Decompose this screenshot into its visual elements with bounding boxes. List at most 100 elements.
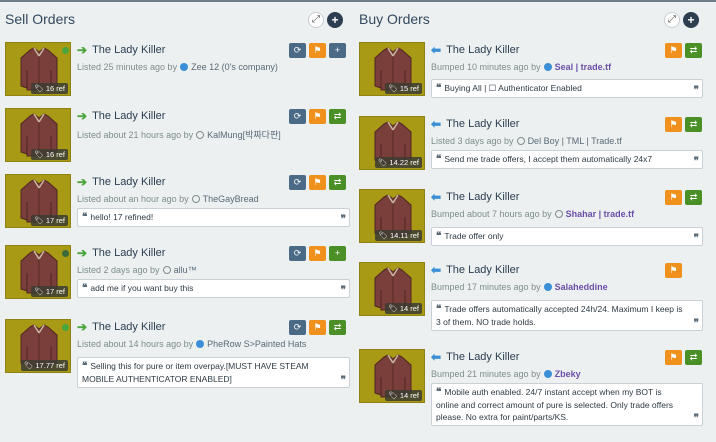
item-thumbnail[interactable]: 🏷 16 ref (5, 108, 71, 162)
exchange-button[interactable]: ⇄ (329, 320, 346, 335)
user-link[interactable]: Seal | trade.tf (555, 62, 612, 72)
item-thumbnail[interactable]: 🏷 14 ref (359, 262, 425, 316)
listing-actions: ⟳ ⚑ ⇄ (289, 109, 346, 124)
item-thumbnail[interactable]: 🏷 16 ref (5, 42, 71, 96)
listing-title[interactable]: ⬅ The Lady Killer (431, 264, 519, 276)
price-tag: 🏷 17.77 ref (20, 360, 68, 371)
arrow-right-icon: ➔ (77, 175, 88, 189)
quality-dot (62, 250, 69, 257)
listing-comment: ❝ Selling this for pure or item overpay.[… (77, 357, 350, 388)
listing-title[interactable]: ⬅ The Lady Killer (431, 118, 519, 130)
expand-icon[interactable]: ⤢ (664, 12, 680, 28)
listing-title[interactable]: ➔ The Lady Killer (77, 247, 165, 259)
top-bar (0, 0, 716, 2)
flag-button[interactable]: ⚑ (309, 246, 326, 261)
item-thumbnail[interactable]: 🏷 15 ref (359, 42, 425, 96)
user-link[interactable]: Zbeky (555, 369, 581, 379)
user-link[interactable]: KalMung[박짜다판] (207, 128, 281, 141)
online-status-icon (180, 63, 189, 71)
item-thumbnail[interactable]: 🏷 17 ref (5, 245, 71, 299)
listing-meta: Bumped 17 minutes ago by Salaheddine (431, 282, 608, 292)
plus-icon[interactable]: + (327, 12, 343, 28)
buy-header-buttons: ⤢ + (664, 12, 699, 28)
listing-meta: Bumped 10 minutes ago by Seal | trade.tf (431, 62, 612, 72)
quote-open-icon: ❝ (82, 212, 88, 223)
item-thumbnail[interactable]: 🏷 17.77 ref (5, 319, 71, 373)
flag-button[interactable]: ⚑ (309, 43, 326, 58)
price-tag: 🏷 14.11 ref (375, 230, 422, 241)
offline-status-icon (554, 210, 563, 218)
quote-open-icon: ❝ (436, 387, 442, 398)
user-link[interactable]: Zee 12 (0's company) (191, 62, 278, 72)
arrow-right-icon: ➔ (77, 246, 88, 260)
price-tag: 🏷 16 ref (31, 83, 68, 94)
listing-title[interactable]: ⬅ The Lady Killer (431, 191, 519, 203)
refresh-button[interactable]: ⟳ (289, 246, 306, 261)
listing-title[interactable]: ➔ The Lady Killer (77, 44, 165, 56)
item-thumbnail[interactable]: 🏷 14.22 ref (359, 116, 425, 170)
flag-button[interactable]: ⚑ (309, 320, 326, 335)
quote-close-icon: ❞ (693, 318, 699, 329)
arrow-left-icon: ⬅ (431, 117, 442, 131)
refresh-button[interactable]: ⟳ (289, 320, 306, 335)
buy-orders-title: Buy Orders (359, 11, 430, 27)
exchange-button[interactable]: ⇄ (685, 117, 702, 132)
refresh-button[interactable]: ⟳ (289, 43, 306, 58)
user-link[interactable]: allu™ (174, 265, 197, 275)
listing-actions: ⟳ ⚑ ⇄ (289, 175, 346, 190)
listing-meta: Listed about 14 hours ago by PheRow S>Pai… (77, 339, 307, 349)
buy-listing: 🏷 14.22 ref ⬅ The Lady Killer Listed 3 da… (359, 116, 715, 176)
exchange-button[interactable]: ⇄ (685, 190, 702, 205)
exchange-button[interactable]: ⇄ (685, 43, 702, 58)
plus-button[interactable]: + (329, 246, 346, 261)
listing-actions: ⚑ ⇄ (665, 350, 702, 365)
quality-dot (62, 47, 69, 54)
price-tag: 🏷 14 ref (385, 303, 422, 314)
flag-button[interactable]: ⚑ (665, 350, 682, 365)
listing-title[interactable]: ⬅ The Lady Killer (431, 351, 519, 363)
quote-open-icon: ❝ (82, 283, 88, 294)
listing-actions: ⚑ ⇄ (665, 117, 702, 132)
listing-title[interactable]: ➔ The Lady Killer (77, 110, 165, 122)
plus-icon[interactable]: + (683, 12, 699, 28)
flag-button[interactable]: ⚑ (665, 190, 682, 205)
exchange-button[interactable]: ⇄ (329, 175, 346, 190)
exchange-button[interactable]: ⇄ (685, 350, 702, 365)
item-thumbnail[interactable]: 🏷 17 ref (5, 174, 71, 228)
sell-listing: 🏷 16 ref ➔ The Lady Killer Listed 25 minu… (5, 42, 350, 102)
user-link[interactable]: TheGayBread (203, 194, 259, 204)
flag-button[interactable]: ⚑ (665, 117, 682, 132)
offline-status-icon (196, 130, 205, 139)
arrow-left-icon: ⬅ (431, 190, 442, 204)
flag-button[interactable]: ⚑ (309, 175, 326, 190)
listing-meta: Listed 3 days ago by Del Boy | TML | Trad… (431, 136, 622, 146)
user-link[interactable]: Shahar | trade.tf (566, 209, 635, 219)
flag-button[interactable]: ⚑ (665, 43, 682, 58)
price-tag: 🏷 14 ref (385, 390, 422, 401)
quote-close-icon: ❞ (693, 85, 699, 96)
plus-button[interactable]: + (329, 43, 346, 58)
listing-comment: ❝ Buying All | ☐ Authenticator Enabled ❞ (431, 79, 703, 98)
sell-listing: 🏷 16 ref ➔ The Lady Killer Listed about 2… (5, 108, 350, 168)
listing-comment: ❝ hello! 17 refined! ❞ (77, 208, 350, 227)
listing-title[interactable]: ⬅ The Lady Killer (431, 44, 519, 56)
listing-title[interactable]: ➔ The Lady Killer (77, 321, 165, 333)
buy-listing: 🏷 14 ref ⬅ The Lady Killer Bumped 17 minu… (359, 262, 715, 331)
price-tag: 🏷 14.22 ref (374, 157, 422, 168)
flag-button[interactable]: ⚑ (309, 109, 326, 124)
arrow-left-icon: ⬅ (431, 350, 442, 364)
item-thumbnail[interactable]: 🏷 14.11 ref (359, 189, 425, 243)
exchange-button[interactable]: ⇄ (329, 109, 346, 124)
expand-icon[interactable]: ⤢ (308, 12, 324, 28)
item-thumbnail[interactable]: 🏷 14 ref (359, 349, 425, 403)
listing-actions: ⟳ ⚑ + (289, 43, 346, 58)
listing-title[interactable]: ➔ The Lady Killer (77, 176, 165, 188)
online-status-icon (543, 63, 552, 71)
user-link[interactable]: PheRow S>Painted Hats (207, 339, 306, 349)
refresh-button[interactable]: ⟳ (289, 109, 306, 124)
user-link[interactable]: Del Boy | TML | Trade.tf (528, 136, 622, 146)
refresh-button[interactable]: ⟳ (289, 175, 306, 190)
listing-actions: ⟳ ⚑ + (289, 246, 346, 261)
user-link[interactable]: Salaheddine (555, 282, 608, 292)
flag-button[interactable]: ⚑ (665, 263, 682, 278)
